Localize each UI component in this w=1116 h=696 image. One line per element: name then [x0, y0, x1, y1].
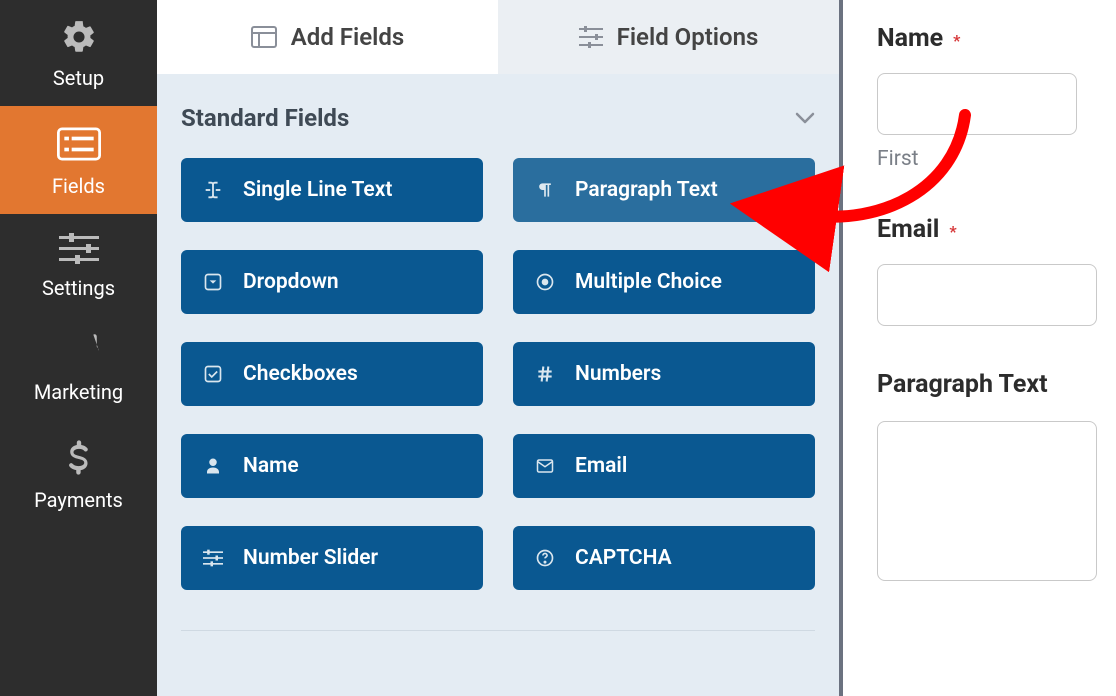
form-layout-icon: [251, 26, 277, 48]
panel-tabs: Add Fields Field Options: [157, 0, 839, 74]
field-captcha[interactable]: CAPTCHA: [513, 526, 815, 590]
section-title: Standard Fields: [181, 104, 349, 132]
text-cursor-icon: [201, 178, 225, 202]
field-label: Name: [243, 454, 299, 478]
preview-first-name-input[interactable]: [877, 73, 1077, 135]
required-asterisk: *: [949, 222, 956, 241]
preview-paragraph-block: Paragraph Text: [877, 370, 1116, 581]
envelope-icon: [533, 454, 557, 478]
field-numbers[interactable]: Numbers: [513, 342, 815, 406]
sidebar-item-marketing[interactable]: Marketing: [0, 316, 157, 420]
hash-icon: [533, 362, 557, 386]
preview-name-sublabel: First: [877, 147, 1116, 171]
chevron-down-icon: [795, 109, 815, 128]
dollar-icon: [68, 438, 90, 482]
field-paragraph-text[interactable]: Paragraph Text: [513, 158, 815, 222]
field-label: Dropdown: [243, 270, 339, 294]
field-label: Email: [575, 454, 627, 478]
checkbox-icon: [201, 362, 225, 386]
sidebar-label: Setup: [53, 66, 104, 90]
question-circle-icon: [533, 546, 557, 570]
radio-icon: [533, 270, 557, 294]
tab-field-options[interactable]: Field Options: [498, 0, 839, 74]
field-label: Single Line Text: [243, 178, 392, 202]
fields-panel: Add Fields Field Options Standard Fields…: [157, 0, 843, 696]
pilcrow-icon: [533, 178, 557, 202]
gear-icon: [60, 18, 98, 60]
sidebar-label: Settings: [42, 276, 115, 300]
divider: [181, 630, 815, 631]
tab-label: Field Options: [617, 23, 759, 51]
sidebar-label: Marketing: [34, 380, 123, 404]
field-email[interactable]: Email: [513, 434, 815, 498]
list-icon: [57, 124, 101, 168]
field-number-slider[interactable]: Number Slider: [181, 526, 483, 590]
field-multiple-choice[interactable]: Multiple Choice: [513, 250, 815, 314]
caret-square-icon: [201, 270, 225, 294]
sliders-icon: [579, 26, 603, 48]
field-dropdown[interactable]: Dropdown: [181, 250, 483, 314]
tab-add-fields[interactable]: Add Fields: [157, 0, 498, 74]
field-label: Paragraph Text: [575, 178, 718, 202]
sliders-icon: [59, 232, 99, 270]
field-label: Number Slider: [243, 546, 378, 570]
preview-email-input[interactable]: [877, 264, 1097, 326]
sidebar-item-setup[interactable]: Setup: [0, 0, 157, 106]
sliders-icon: [201, 546, 225, 570]
preview-name-label: Name: [877, 24, 943, 53]
form-preview: Name * First Email * Paragraph Text: [843, 0, 1116, 696]
sidebar-label: Fields: [52, 174, 105, 198]
preview-paragraph-textarea[interactable]: [877, 421, 1097, 581]
tab-label: Add Fields: [291, 23, 404, 51]
section-header[interactable]: Standard Fields: [181, 104, 815, 132]
field-single-line-text[interactable]: Single Line Text: [181, 158, 483, 222]
field-checkboxes[interactable]: Checkboxes: [181, 342, 483, 406]
preview-paragraph-label: Paragraph Text: [877, 370, 1048, 399]
preview-email-block: Email *: [877, 215, 1116, 326]
sidebar-item-settings[interactable]: Settings: [0, 214, 157, 316]
field-grid: Single Line Text Paragraph Text Dropdown…: [181, 158, 815, 590]
sidebar: Setup Fields Settings Marketing Payments: [0, 0, 157, 696]
field-label: CAPTCHA: [575, 546, 672, 570]
sidebar-label: Payments: [34, 488, 123, 512]
sidebar-item-payments[interactable]: Payments: [0, 420, 157, 528]
field-label: Checkboxes: [243, 362, 358, 386]
preview-email-label: Email: [877, 215, 939, 244]
field-label: Multiple Choice: [575, 270, 722, 294]
user-icon: [201, 454, 225, 478]
preview-name-block: Name * First: [877, 24, 1116, 171]
bullhorn-icon: [59, 334, 99, 374]
field-name[interactable]: Name: [181, 434, 483, 498]
required-asterisk: *: [953, 31, 960, 50]
sidebar-item-fields[interactable]: Fields: [0, 106, 157, 214]
field-label: Numbers: [575, 362, 661, 386]
